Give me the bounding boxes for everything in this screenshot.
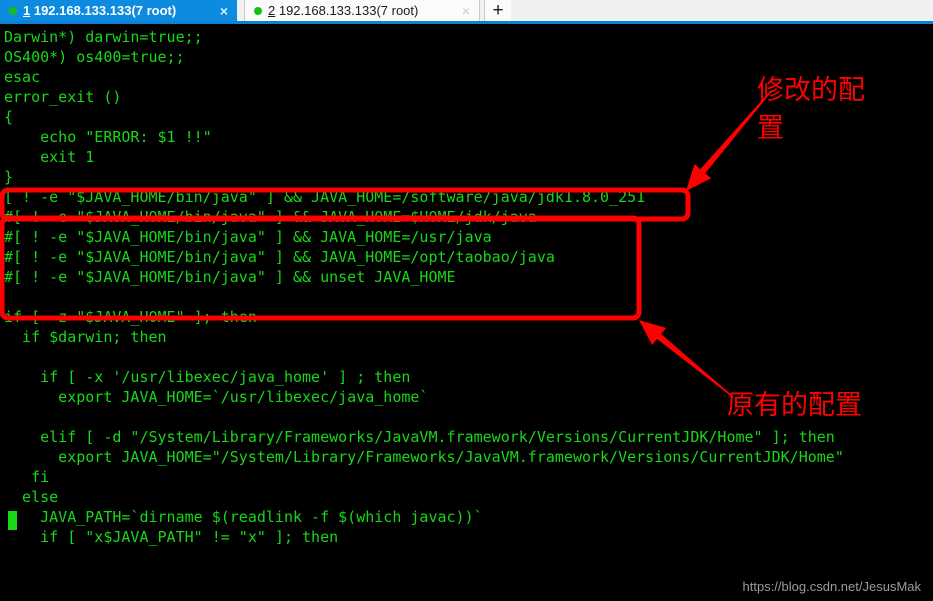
new-tab-button[interactable]: + <box>484 0 511 21</box>
terminal-tab-1[interactable]: 1 192.168.133.133(7 root) × <box>0 0 237 21</box>
watermark: https://blog.csdn.net/JesusMak <box>742 579 921 594</box>
terminal-cursor <box>8 511 17 530</box>
tab-1-title: 192.168.133.133(7 root) <box>30 3 177 18</box>
close-icon[interactable]: × <box>457 4 475 18</box>
terminal-text: Darwin*) darwin=true;; OS400*) os400=tru… <box>4 28 844 546</box>
tab-2-title: 192.168.133.133(7 root) <box>275 3 419 18</box>
terminal-tab-2[interactable]: 2 192.168.133.133(7 root) × <box>244 0 480 21</box>
annotation-original-config: 原有的配置 <box>727 390 862 421</box>
connection-status-dot <box>254 6 262 15</box>
tab-1-label: 1 192.168.133.133(7 root) <box>23 3 215 18</box>
annotation-modified-config: 修改的配 置 <box>757 75 865 144</box>
tab-bar: 1 192.168.133.133(7 root) × 2 192.168.13… <box>0 0 933 24</box>
close-icon[interactable]: × <box>215 4 233 18</box>
tab-2-label: 2 192.168.133.133(7 root) <box>268 3 457 18</box>
connection-status-dot <box>9 6 17 15</box>
tab-bar-filler <box>511 0 933 21</box>
